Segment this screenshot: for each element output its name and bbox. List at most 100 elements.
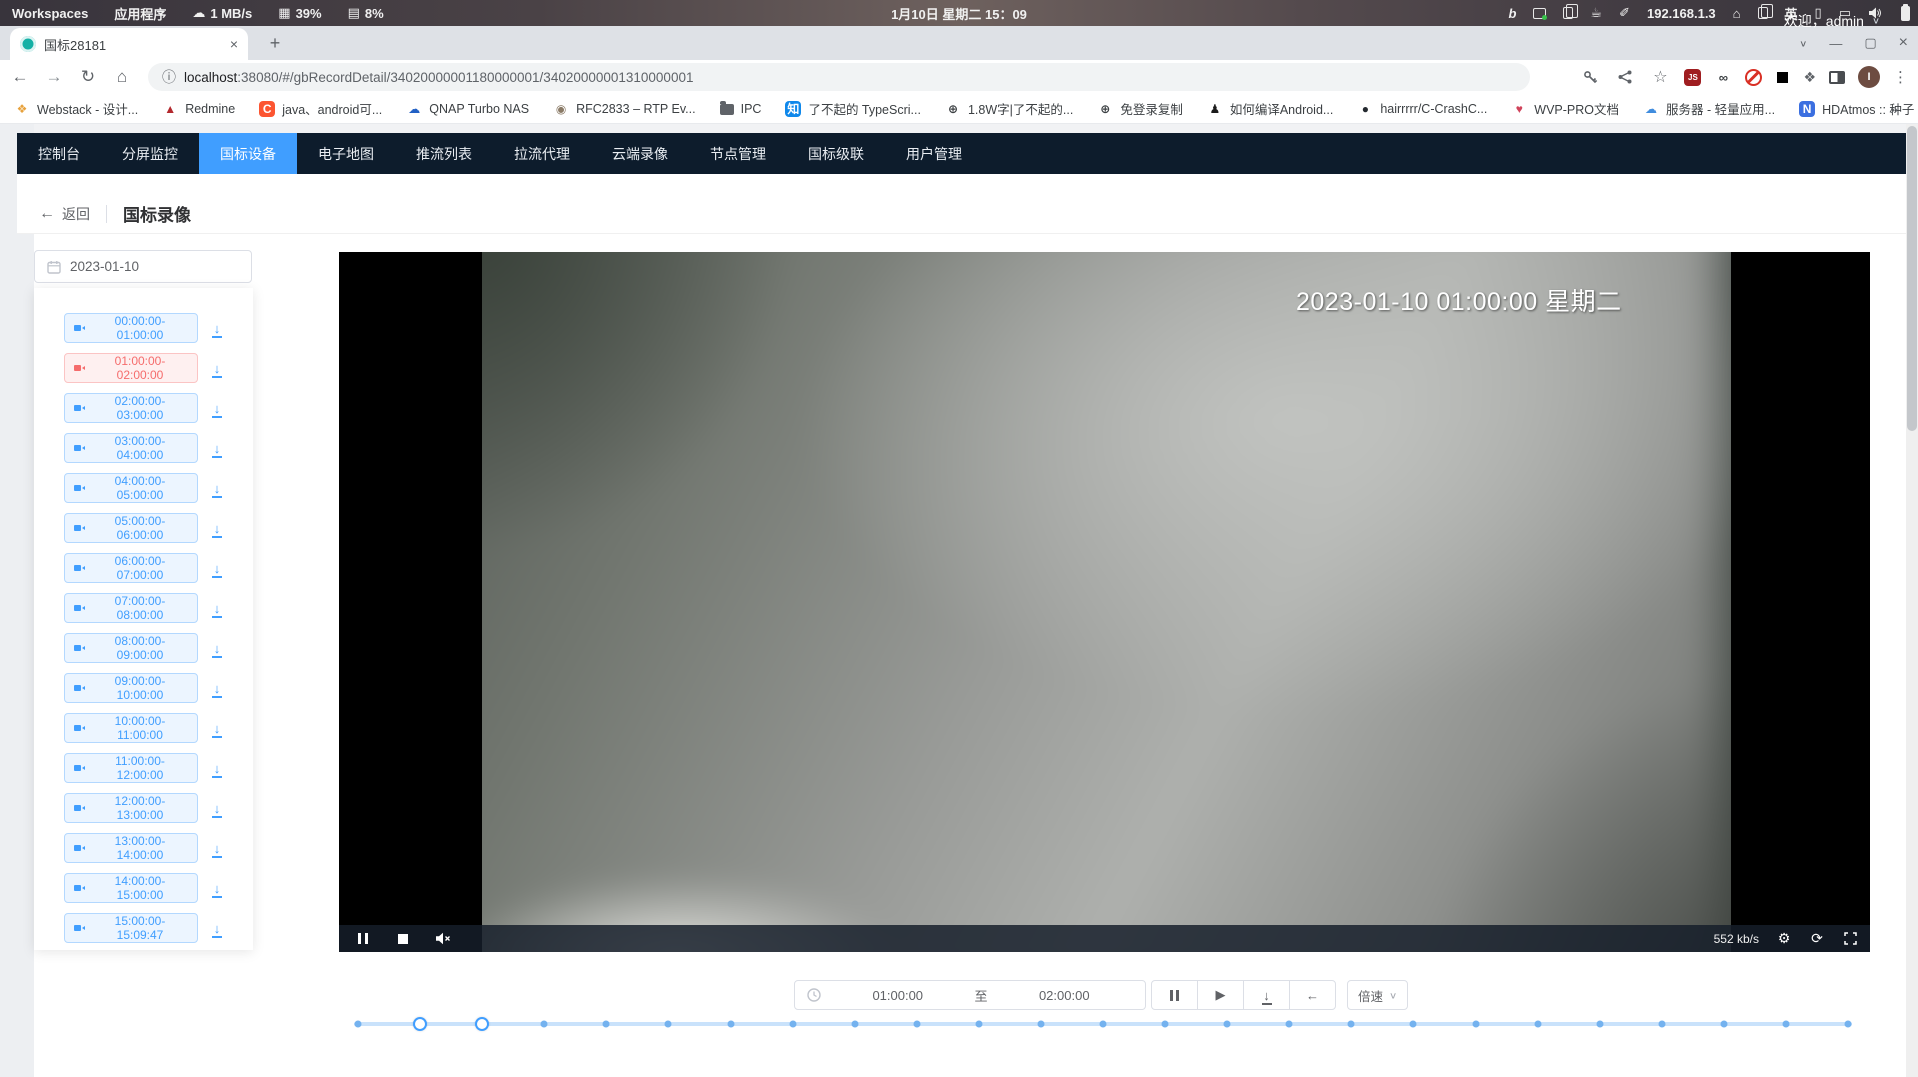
timeline-hour-dot[interactable] <box>355 1021 362 1028</box>
clipboard-tray-icon[interactable] <box>1563 7 1573 19</box>
record-segment-button[interactable]: 09:00:00-10:00:00 <box>64 673 198 703</box>
record-segment-button[interactable]: 14:00:00-15:00:00 <box>64 873 198 903</box>
browser-tab[interactable]: 国标28181 × <box>10 28 248 60</box>
record-segment-button[interactable]: 00:00:00-01:00:00 <box>64 313 198 343</box>
browser-menu-icon[interactable]: ⋮ <box>1893 68 1908 86</box>
workspace-switcher-icon[interactable] <box>1758 7 1768 19</box>
bookmark-item[interactable]: C java、android可... <box>259 99 382 118</box>
nav-item[interactable]: 电子地图 <box>297 133 395 174</box>
record-segment-button[interactable]: 07:00:00-08:00:00 <box>64 593 198 623</box>
timeline-hour-dot[interactable] <box>1286 1021 1293 1028</box>
segment-download-button[interactable]: ↓ <box>210 841 224 856</box>
record-segment-button[interactable]: 13:00:00-14:00:00 <box>64 833 198 863</box>
bookmark-item[interactable]: 知 了不起的 TypeScri... <box>785 99 921 118</box>
share-icon[interactable] <box>1614 66 1636 88</box>
bookmarks-overflow-chevron[interactable]: » <box>1890 101 1898 117</box>
segment-download-button[interactable]: ↓ <box>210 761 224 776</box>
timeline-hour-dot[interactable] <box>1100 1021 1107 1028</box>
player-stop-icon[interactable] <box>395 931 411 947</box>
nav-item[interactable]: 云端录像 <box>591 133 689 174</box>
bookmark-item[interactable]: ❖ Webstack - 设计... <box>14 99 138 118</box>
timeline-hour-dot[interactable] <box>1348 1021 1355 1028</box>
record-segment-button[interactable]: 15:00:00-15:09:47 <box>64 913 198 943</box>
timeline-hour-dot[interactable] <box>1845 1021 1852 1028</box>
bookmark-item[interactable]: ⊕ 1.8W字|了不起的... <box>945 99 1073 118</box>
user-menu[interactable]: 欢迎，admin ∨ <box>1784 0 1880 41</box>
home-tray-icon[interactable]: ⌂ <box>1733 6 1741 21</box>
bing-tray-icon[interactable]: b <box>1508 6 1516 21</box>
workspaces-button[interactable]: Workspaces <box>12 6 88 21</box>
nav-item[interactable]: 推流列表 <box>395 133 493 174</box>
scrollbar-thumb[interactable] <box>1907 126 1917 431</box>
nav-item[interactable]: 节点管理 <box>689 133 787 174</box>
timeline-hour-dot[interactable] <box>975 1021 982 1028</box>
timeline-hour-dot[interactable] <box>1037 1021 1044 1028</box>
segment-download-button[interactable]: ↓ <box>210 681 224 696</box>
timeline-hour-dot[interactable] <box>789 1021 796 1028</box>
segment-download-button[interactable]: ↓ <box>210 521 224 536</box>
screenshot-tray-icon[interactable] <box>1533 8 1546 19</box>
player-reload-icon[interactable]: ⟳ <box>1809 931 1825 947</box>
bookmark-item[interactable]: ⊕ 免登录复制 <box>1097 99 1183 118</box>
segment-download-button[interactable]: ↓ <box>210 601 224 616</box>
nav-item[interactable]: 分屏监控 <box>101 133 199 174</box>
timeline-hour-dot[interactable] <box>1782 1021 1789 1028</box>
timeline-range-handle[interactable] <box>475 1017 489 1031</box>
timeline-hour-dot[interactable] <box>603 1021 610 1028</box>
segment-download-button[interactable]: ↓ <box>210 561 224 576</box>
record-segment-button[interactable]: 05:00:00-06:00:00 <box>64 513 198 543</box>
nav-item[interactable]: 控制台 <box>17 133 101 174</box>
back-button[interactable]: ← 返回 <box>39 204 90 224</box>
browser-forward-icon[interactable]: → <box>40 63 68 91</box>
site-info-icon[interactable]: ⓘ <box>162 67 176 87</box>
profile-avatar[interactable]: I <box>1858 66 1880 88</box>
segment-download-button[interactable]: ↓ <box>210 481 224 496</box>
segment-download-button[interactable]: ↓ <box>210 361 224 376</box>
bookmark-item[interactable]: ▲ Redmine <box>162 101 235 117</box>
extension-js-icon[interactable]: JS <box>1684 69 1701 86</box>
nav-item[interactable]: 国标级联 <box>787 133 885 174</box>
browser-home-icon[interactable]: ⌂ <box>108 63 136 91</box>
extension-dark-square-icon[interactable] <box>1775 70 1790 85</box>
segment-download-button[interactable]: ↓ <box>210 321 224 336</box>
segment-download-button[interactable]: ↓ <box>210 401 224 416</box>
timeline-hour-dot[interactable] <box>727 1021 734 1028</box>
color-picker-tray-icon[interactable]: ✐ <box>1619 5 1630 21</box>
record-segment-button[interactable]: 03:00:00-04:00:00 <box>64 433 198 463</box>
bookmark-item[interactable]: ☁ 服务器 - 轻量应用... <box>1643 99 1775 118</box>
timeline-hour-dot[interactable] <box>1472 1021 1479 1028</box>
coffee-tray-icon[interactable]: ☕ <box>1590 5 1602 21</box>
video-player[interactable]: 2023-01-10 01:00:00 星期二 552 kb/s ⚙ ⟳ <box>339 252 1870 952</box>
record-segment-button[interactable]: 04:00:00-05:00:00 <box>64 473 198 503</box>
passwords-key-icon[interactable] <box>1579 66 1601 88</box>
bookmark-item[interactable]: ♟ 如何编译Android... <box>1207 99 1334 118</box>
timeline-hour-dot[interactable] <box>1658 1021 1665 1028</box>
timeline-hour-dot[interactable] <box>1224 1021 1231 1028</box>
player-fullscreen-icon[interactable] <box>1842 931 1858 947</box>
nav-item[interactable]: 用户管理 <box>885 133 983 174</box>
browser-back-icon[interactable]: ← <box>6 63 34 91</box>
player-pause-icon[interactable] <box>355 931 371 947</box>
bookmark-item[interactable]: ◉ RFC2833 – RTP Ev... <box>553 101 696 117</box>
record-segment-button[interactable]: 01:00:00-02:00:00 <box>64 353 198 383</box>
record-segment-button[interactable]: 11:00:00-12:00:00 <box>64 753 198 783</box>
nav-item[interactable]: 拉流代理 <box>493 133 591 174</box>
record-segment-button[interactable]: 06:00:00-07:00:00 <box>64 553 198 583</box>
bookmark-star-icon[interactable]: ☆ <box>1649 66 1671 88</box>
segment-download-button[interactable]: ↓ <box>210 881 224 896</box>
bookmark-item[interactable]: ● hairrrrr/C-CrashC... <box>1357 101 1487 117</box>
new-tab-button[interactable]: + <box>262 30 288 56</box>
browser-reload-icon[interactable]: ↻ <box>74 63 102 91</box>
bookmark-item[interactable]: IPC <box>720 102 762 116</box>
page-scrollbar[interactable] <box>1906 124 1918 1077</box>
bookmark-item[interactable]: ♥ WVP-PRO文档 <box>1511 99 1619 118</box>
side-panel-icon[interactable] <box>1829 71 1845 84</box>
window-close-icon[interactable]: × <box>1899 34 1908 52</box>
timeline-hour-dot[interactable] <box>1410 1021 1417 1028</box>
player-settings-gear-icon[interactable]: ⚙ <box>1776 931 1792 947</box>
date-picker-input[interactable]: 2023-01-10 <box>34 250 252 283</box>
timeline-hour-dot[interactable] <box>913 1021 920 1028</box>
record-segment-button[interactable]: 08:00:00-09:00:00 <box>64 633 198 663</box>
extension-blocker-icon[interactable] <box>1745 69 1762 86</box>
timeline-hour-dot[interactable] <box>1534 1021 1541 1028</box>
